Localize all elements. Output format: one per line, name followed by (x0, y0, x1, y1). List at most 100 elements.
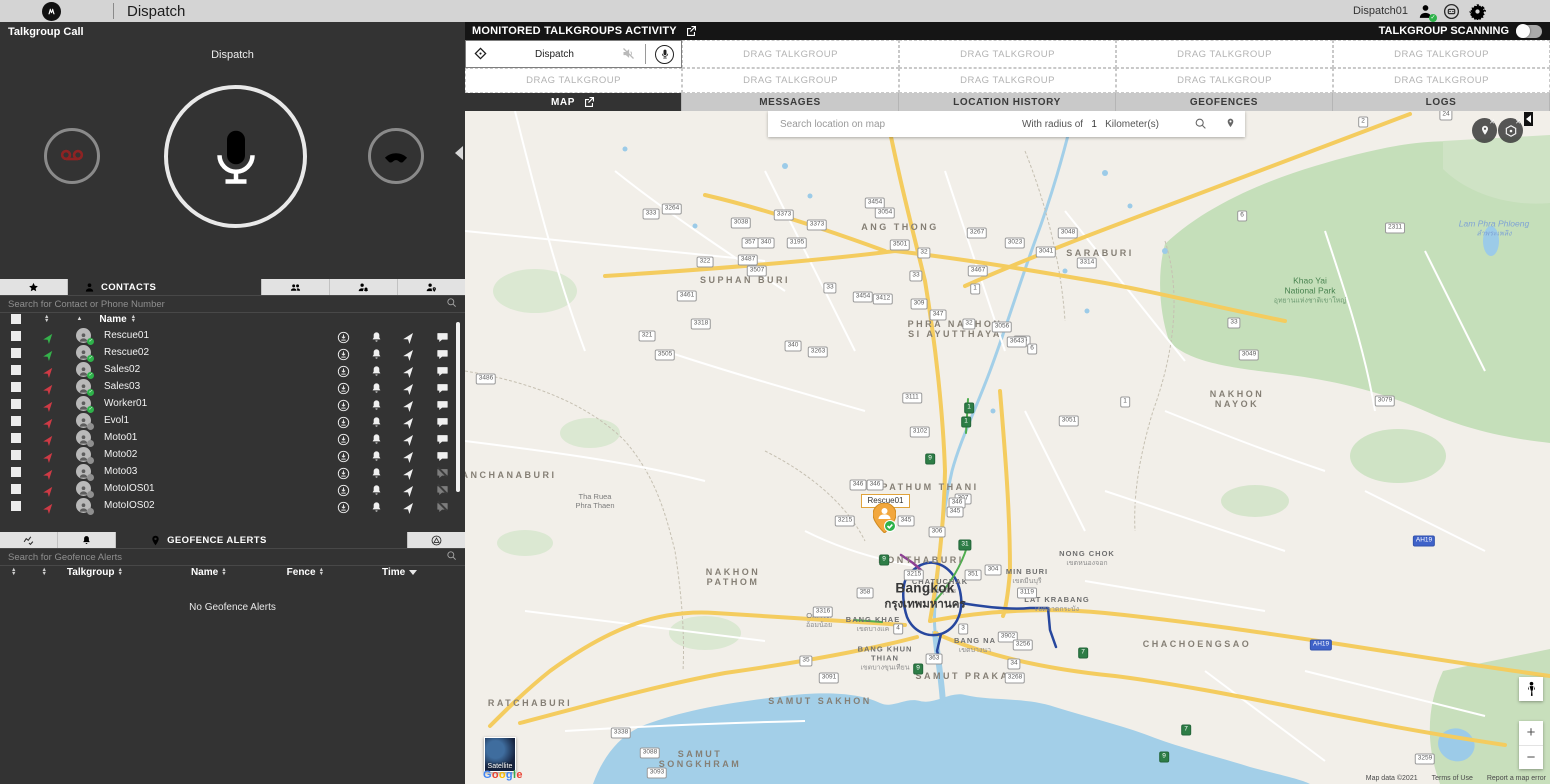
talkgroup-drop-slot[interactable]: DRAG TALKGROUP (1333, 40, 1550, 68)
tab-location-history[interactable]: LOCATION HISTORY (899, 93, 1116, 111)
terms-link[interactable]: Terms of Use (1432, 775, 1473, 782)
message-button[interactable] (436, 448, 449, 461)
ambient-listen-button[interactable] (337, 482, 350, 495)
ambient-listen-button[interactable] (337, 380, 350, 393)
message-button[interactable] (436, 397, 449, 410)
contact-row[interactable]: ✓ Sales03 (0, 378, 465, 396)
radius-unit-select[interactable]: Kilometer(s) (1105, 119, 1159, 130)
ambient-listen-button[interactable] (337, 448, 350, 461)
tab-favorites[interactable] (0, 279, 68, 295)
alert-bell-button[interactable] (370, 414, 383, 427)
contact-checkbox[interactable] (11, 364, 21, 375)
name-column-header[interactable]: Name (99, 314, 126, 325)
contact-checkbox[interactable] (11, 483, 21, 494)
select-all-checkbox[interactable] (11, 314, 21, 324)
alert-bell-button[interactable] (370, 448, 383, 461)
presence-status-button[interactable]: ✓ (1417, 3, 1437, 22)
message-button[interactable] (436, 431, 449, 444)
contact-row[interactable]: Evol1 (0, 412, 465, 430)
contact-checkbox[interactable] (11, 398, 21, 409)
locate-button[interactable] (403, 465, 416, 478)
radius-value-input[interactable] (1083, 117, 1106, 131)
contact-checkbox[interactable] (11, 415, 21, 426)
ambient-listen-button[interactable] (337, 329, 350, 342)
rescue01-map-marker[interactable] (872, 502, 897, 534)
collapse-call-panel-arrow[interactable] (455, 146, 463, 160)
talkgroup-drop-slot[interactable]: DRAG TALKGROUP (899, 40, 1116, 68)
contact-checkbox[interactable] (11, 500, 21, 511)
contact-checkbox[interactable] (11, 381, 21, 392)
locate-button[interactable] (403, 482, 416, 495)
ambient-listen-button[interactable] (337, 397, 350, 410)
contact-checkbox[interactable] (11, 330, 21, 341)
locate-button[interactable] (403, 363, 416, 376)
settings-gear-icon[interactable] (1469, 3, 1486, 20)
tab-logs[interactable]: LOGS (1333, 93, 1550, 111)
report-error-link[interactable]: Report a map error (1487, 775, 1546, 782)
message-button[interactable] (436, 380, 449, 393)
collapse-map-controls-arrow[interactable] (1524, 112, 1533, 126)
map-pin-drop-button[interactable] (1215, 115, 1245, 133)
contact-checkbox[interactable] (11, 466, 21, 477)
talkgroup-drop-slot[interactable]: DRAG TALKGROUP (899, 68, 1116, 93)
contact-row[interactable]: ✓ Sales02 (0, 361, 465, 379)
alert-bell-button[interactable] (370, 499, 383, 512)
locate-button[interactable] (403, 329, 416, 342)
speaker-muted-icon[interactable] (621, 45, 636, 63)
tab-geofence-alerts[interactable]: GEOFENCE ALERTS (116, 532, 408, 548)
ambient-listen-button[interactable] (337, 414, 350, 427)
location-tracking-off-button[interactable]: ✕ (1472, 118, 1497, 143)
popout-icon[interactable] (685, 22, 697, 40)
map-location-search-input[interactable] (768, 117, 1022, 131)
sort-col2[interactable]: ▲ ▼ (41, 567, 46, 577)
contact-checkbox[interactable] (11, 347, 21, 358)
alert-bell-button[interactable] (370, 346, 383, 359)
contact-row[interactable]: ✓ Rescue02 (0, 344, 465, 362)
ambient-listen-button[interactable] (337, 346, 350, 359)
tab-alerts[interactable] (58, 532, 117, 548)
tab-emergency-alerts[interactable] (408, 532, 465, 548)
zoom-out-button[interactable]: − (1519, 746, 1543, 770)
message-button[interactable] (436, 329, 449, 342)
tab-user-monitoring[interactable] (398, 279, 465, 295)
geofence-col-name[interactable]: Name (191, 567, 218, 578)
zoom-in-button[interactable]: + (1519, 721, 1543, 746)
contact-row[interactable]: ✓ Rescue01 (0, 327, 465, 345)
message-button[interactable] (436, 414, 449, 427)
tab-talkgroups[interactable] (262, 279, 331, 295)
alert-bell-button[interactable] (370, 329, 383, 342)
geofence-col-fence[interactable]: Fence (287, 567, 316, 578)
contacts-search-input[interactable] (0, 297, 446, 311)
alert-bell-button[interactable] (370, 363, 383, 376)
map-search-button[interactable] (1185, 115, 1215, 133)
message-button[interactable] (436, 346, 449, 359)
talkgroup-ptt-button[interactable] (655, 44, 674, 64)
sort-col1[interactable]: ▲ ▼ (11, 567, 16, 577)
voice-record-button[interactable] (44, 128, 100, 184)
locate-button[interactable] (403, 346, 416, 359)
sort-status-asc-icon[interactable]: ▲ (76, 316, 82, 322)
end-call-button[interactable] (368, 128, 424, 184)
alert-bell-button[interactable] (370, 431, 383, 444)
geofence-col-time[interactable]: Time (382, 567, 405, 578)
locate-button[interactable] (403, 414, 416, 427)
locate-button[interactable] (403, 397, 416, 410)
talkgroup-scanning-toggle[interactable] (1516, 24, 1542, 38)
alert-bell-button[interactable] (370, 397, 383, 410)
contact-row[interactable]: ✓ Worker01 (0, 395, 465, 413)
sort-name[interactable]: ▲ ▼ (131, 314, 136, 324)
alert-bell-button[interactable] (370, 380, 383, 393)
message-button[interactable] (436, 363, 449, 376)
contacts-scrollbar[interactable] (456, 322, 460, 492)
talkgroup-drop-slot[interactable]: DRAG TALKGROUP (682, 40, 899, 68)
monitored-talkgroup-dispatch[interactable]: Dispatch (465, 40, 682, 68)
locate-button[interactable] (403, 380, 416, 393)
map-canvas[interactable]: ANG THONG SARABURI SUPHAN BURI PHRA NAKHON S… (465, 111, 1550, 784)
locate-button[interactable] (403, 431, 416, 444)
tab-messages[interactable]: MESSAGES (682, 93, 899, 111)
alert-bell-button[interactable] (370, 482, 383, 495)
sort-presence[interactable]: ▲ ▼ (44, 314, 49, 324)
talkgroup-drop-slot[interactable]: DRAG TALKGROUP (465, 68, 682, 93)
tab-route-history[interactable] (0, 532, 59, 548)
ambient-listen-button[interactable] (337, 431, 350, 444)
